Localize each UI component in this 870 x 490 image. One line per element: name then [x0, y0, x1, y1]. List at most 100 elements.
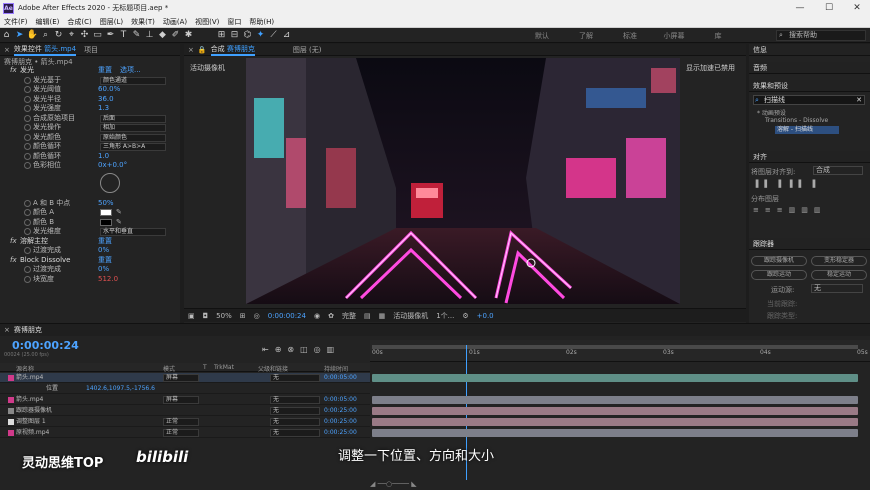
angle-dial[interactable] — [100, 172, 120, 193]
tab-project[interactable]: 项目 — [84, 45, 98, 55]
property-row[interactable]: 发光强度 1.3 — [0, 104, 180, 114]
property-row[interactable]: 发光半径 36.0 — [0, 95, 180, 105]
stopwatch-icon[interactable] — [24, 143, 31, 150]
col-duration[interactable]: 持续时间 — [324, 364, 348, 373]
layer-duration[interactable]: 0:00:05:00 — [324, 373, 357, 383]
view-axis-icon[interactable]: ⟋ — [267, 29, 280, 42]
preset-tree-folder[interactable]: Transitions - Dissolve — [765, 117, 828, 124]
parent-dropdown[interactable]: 无 — [270, 374, 320, 382]
camera-icon[interactable]: ◉ — [314, 312, 320, 320]
preset-tree-item[interactable]: 溶解 - 扫描线 — [775, 126, 839, 134]
property-row[interactable]: 位置 1402.6,1097.5,-1756.6 — [0, 384, 370, 394]
property-row[interactable]: 发光维度 水平和垂直 — [0, 227, 180, 237]
align-to-dropdown[interactable]: 合成 — [813, 166, 863, 175]
property-row[interactable]: 过渡完成 0% — [0, 246, 180, 256]
layer-label-color[interactable] — [8, 419, 14, 425]
stopwatch-icon[interactable] — [24, 275, 31, 283]
property-row[interactable]: 发光操作 相加 — [0, 123, 180, 133]
workspace-standard[interactable]: 标准 — [608, 31, 652, 41]
brush-tool-icon[interactable]: ✎ — [130, 29, 143, 42]
layer-duration-bar[interactable] — [372, 396, 858, 404]
tab-layer[interactable]: 图层 (无) — [293, 45, 322, 55]
menu-animation[interactable]: 动画(A) — [163, 17, 187, 27]
reset-button[interactable]: 重置 — [98, 237, 112, 247]
layer-label-color[interactable] — [8, 430, 14, 436]
property-value[interactable]: 512.0 — [98, 275, 118, 285]
work-area-bar[interactable] — [372, 345, 858, 349]
property-row[interactable]: 颜色 A ✎ — [0, 208, 180, 218]
blend-mode-dropdown[interactable]: 屏幕 — [163, 374, 199, 382]
stopwatch-icon[interactable] — [24, 114, 31, 122]
composition-preview-image[interactable] — [246, 58, 680, 304]
tab-composition[interactable]: 合成 赛博朋克 — [210, 44, 255, 56]
stopwatch-icon[interactable] — [24, 86, 31, 93]
stopwatch-icon[interactable] — [24, 124, 31, 131]
property-value[interactable]: 0% — [98, 246, 109, 256]
menu-file[interactable]: 文件(F) — [4, 17, 28, 27]
track-motion-button[interactable]: 跟踪运动 — [751, 270, 807, 280]
snapshot-icon[interactable]: ◘ — [203, 312, 209, 320]
stopwatch-icon[interactable] — [24, 247, 31, 254]
stopwatch-icon[interactable] — [24, 162, 31, 169]
camera-dropdown[interactable]: 活动摄像机 — [393, 311, 428, 321]
stopwatch-icon[interactable] — [24, 199, 31, 207]
property-value[interactable]: 0% — [98, 265, 109, 275]
selection-tool-icon[interactable]: ➤ — [13, 29, 26, 42]
reset-button[interactable]: 重置 — [98, 66, 112, 76]
stopwatch-icon[interactable] — [24, 228, 31, 235]
close-icon[interactable]: × — [188, 46, 194, 54]
layer-row[interactable]: 跟踪器摄像机 无 0:00:25:00 — [0, 406, 370, 416]
property-dropdown[interactable]: 颜色通道 — [100, 76, 166, 85]
camera-tool-icon[interactable]: ⌖ — [65, 29, 78, 42]
col-parent[interactable]: 父级和链接 — [258, 364, 288, 373]
zoom-tool-icon[interactable]: ⌕ — [39, 29, 52, 42]
stopwatch-icon[interactable] — [24, 266, 31, 273]
layer-name[interactable]: 箭头.mp4 — [16, 395, 43, 405]
puppet-tool-icon[interactable]: ✱ — [182, 29, 195, 42]
axis-icon[interactable]: ⌬ — [241, 29, 254, 42]
parent-dropdown[interactable]: 无 — [270, 407, 320, 415]
menu-help[interactable]: 帮助(H) — [249, 17, 274, 27]
stopwatch-icon[interactable] — [24, 76, 31, 84]
layer-duration[interactable]: 0:00:05:00 — [324, 395, 357, 405]
layer-duration[interactable]: 0:00:25:00 — [324, 417, 357, 427]
col-t[interactable]: T — [203, 364, 207, 371]
zoom-slider[interactable]: ◢ ──○──── ◣ — [370, 480, 470, 490]
property-row[interactable]: 发光阈值 60.0% — [0, 85, 180, 95]
layer-name[interactable]: 原视频.mp4 — [16, 428, 49, 438]
tab-effect-controls[interactable]: 效果控件 箭头.mp4 — [13, 44, 77, 56]
property-value[interactable]: 50% — [98, 199, 114, 209]
render-icon[interactable]: ⚙ — [462, 312, 468, 320]
layer-label-color[interactable] — [8, 375, 14, 381]
stopwatch-icon[interactable] — [24, 218, 31, 226]
col-source-name[interactable]: 源名称 — [16, 364, 34, 373]
lock-icon[interactable]: 🔒 — [198, 46, 207, 54]
layer-row[interactable]: 箭头.mp4 屏幕 无 0:00:05:00 — [0, 373, 370, 383]
zoom-dropdown[interactable]: 50% — [216, 312, 232, 320]
timeline-current-time[interactable]: 0:00:00:24 — [12, 339, 79, 352]
rotate-tool-icon[interactable]: ↻ — [52, 29, 65, 42]
motion-source-dropdown[interactable]: 无 — [811, 284, 863, 293]
local-axis-icon[interactable]: ⊿ — [280, 29, 293, 42]
track-camera-button[interactable]: 跟踪摄像机 — [751, 256, 807, 266]
layer-name[interactable]: 箭头.mp4 — [16, 373, 43, 383]
close-icon[interactable]: × — [4, 46, 10, 54]
property-value[interactable]: 36.0 — [98, 95, 114, 105]
layer-duration[interactable]: 0:00:25:00 — [324, 428, 357, 438]
align-panel-header[interactable]: 对齐 — [749, 151, 870, 163]
clear-icon[interactable]: ✕ — [856, 96, 862, 104]
parent-dropdown[interactable]: 无 — [270, 396, 320, 404]
warp-stabilizer-button[interactable]: 变形稳定器 — [811, 256, 867, 266]
workspace-learn[interactable]: 了解 — [564, 31, 608, 41]
menu-view[interactable]: 视图(V) — [195, 17, 219, 27]
audio-panel-header[interactable]: 音频 — [749, 62, 870, 74]
property-dropdown[interactable]: 三角形 A>B>A — [100, 143, 166, 151]
reset-button[interactable]: 重置 — [98, 256, 112, 266]
property-row[interactable]: 合成原始项目 后面 — [0, 114, 180, 124]
blend-mode-dropdown[interactable]: 正常 — [163, 418, 199, 426]
current-time[interactable]: 0:00:00:24 — [268, 312, 306, 320]
align-buttons[interactable]: ▐▌▐▐▌▐ — [753, 180, 821, 188]
property-dropdown[interactable]: 相加 — [100, 124, 166, 132]
property-row[interactable]: 颜色循环 1.0 — [0, 152, 180, 162]
roi-icon[interactable]: ▤ — [364, 312, 371, 320]
